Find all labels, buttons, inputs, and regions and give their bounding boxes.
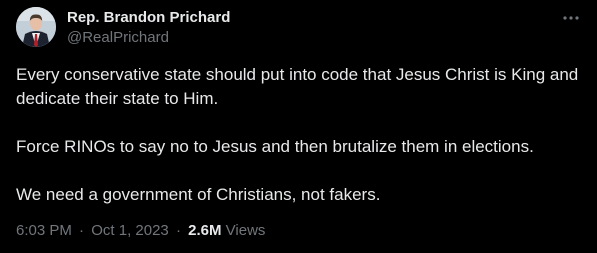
tweet-paragraph: We need a government of Christians, not … (16, 185, 381, 204)
tweet-paragraph: Every conservative state should put into… (16, 65, 579, 108)
tweet-paragraph: Force RINOs to say no to Jesus and then … (16, 137, 534, 156)
views-label: Views (225, 222, 266, 239)
tweet-card: Rep. Brandon Prichard @RealPrichard Ever… (0, 0, 597, 253)
meta-separator: · (79, 222, 85, 239)
tweet-meta: 6:03 PM · Oct 1, 2023 · 2.6M Views (16, 222, 265, 239)
tweet-text: Every conservative state should put into… (16, 63, 581, 207)
author-handle[interactable]: @RealPrichard (67, 29, 169, 46)
more-options-button[interactable] (560, 10, 582, 26)
avatar[interactable] (16, 7, 56, 47)
author-name[interactable]: Rep. Brandon Prichard (67, 9, 230, 26)
tweet-date[interactable]: Oct 1, 2023 (91, 222, 169, 239)
views-count[interactable]: 2.6M (188, 222, 221, 239)
meta-separator: · (175, 222, 181, 239)
ellipsis-icon (563, 16, 579, 20)
avatar-portrait-icon (16, 7, 56, 47)
tweet-time[interactable]: 6:03 PM (16, 222, 72, 239)
